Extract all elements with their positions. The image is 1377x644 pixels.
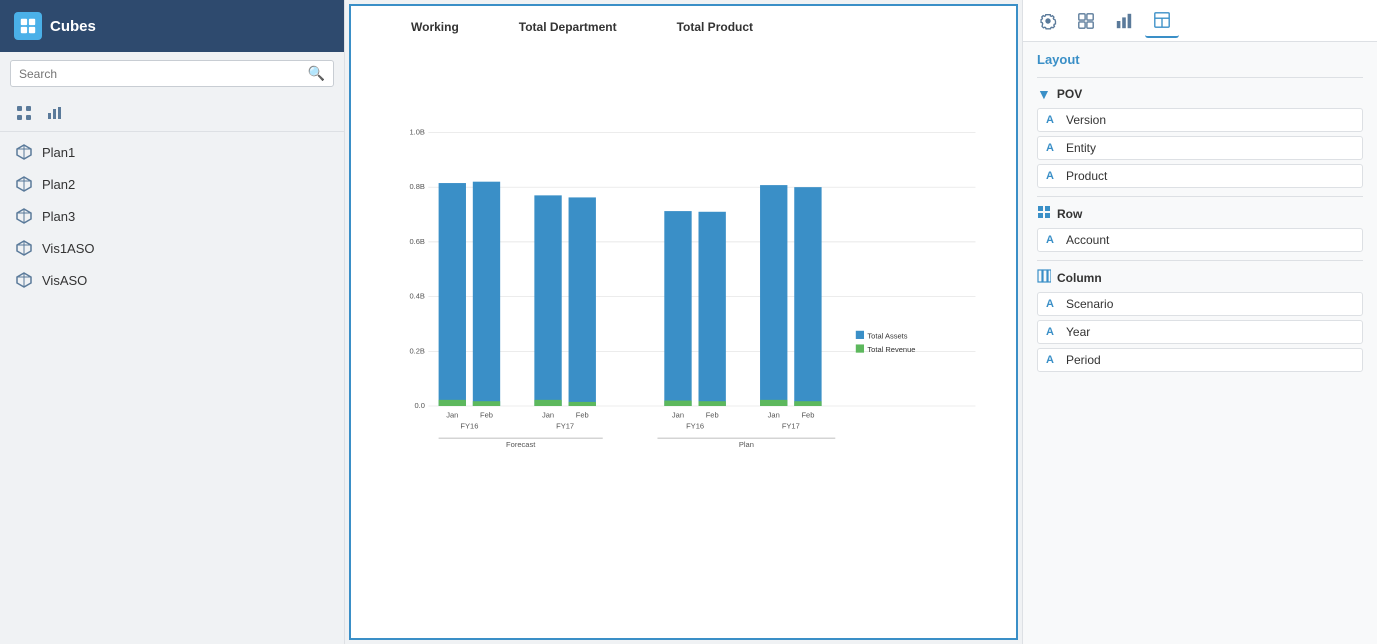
column-label: Column — [1057, 271, 1102, 285]
row-label: Row — [1057, 207, 1082, 221]
svg-text:0.4B: 0.4B — [409, 292, 424, 301]
dim-a-icon: A — [1046, 114, 1060, 126]
search-input[interactable] — [19, 67, 302, 81]
dim-a-icon-4: A — [1046, 234, 1060, 246]
cube-name-visaso: VisASO — [42, 273, 87, 288]
cube-icon-3 — [14, 206, 34, 226]
col-year: Year — [1066, 325, 1090, 339]
cube-list: Plan1 Plan2 Plan3 — [0, 132, 344, 300]
svg-text:0.8B: 0.8B — [409, 182, 424, 191]
col-scenario: Scenario — [1066, 297, 1113, 311]
search-icon: 🔍 — [308, 65, 325, 82]
svg-text:Total Revenue: Total Revenue — [867, 345, 915, 354]
col-period-item: A Period — [1037, 348, 1363, 372]
divider-1 — [1037, 77, 1363, 78]
search-bar[interactable]: 🔍 — [10, 60, 334, 87]
app-title: Cubes — [50, 18, 96, 35]
sidebar-nav — [0, 95, 344, 132]
svg-text:1.0B: 1.0B — [409, 127, 424, 136]
sidebar-header: Cubes — [0, 0, 344, 52]
cube-name-plan3: Plan3 — [42, 209, 75, 224]
cube-icon-5 — [14, 270, 34, 290]
chart-container: Working Total Department Total Product 1… — [351, 6, 1016, 638]
svg-text:Total Assets: Total Assets — [867, 331, 907, 340]
grid-tab[interactable] — [1069, 4, 1103, 38]
cube-item-vis1aso[interactable]: Vis1ASO — [0, 232, 344, 264]
cube-icon-4 — [14, 238, 34, 258]
cube-item-plan1[interactable]: Plan1 — [0, 136, 344, 168]
svg-text:FY16: FY16 — [460, 422, 478, 431]
column-icon — [1037, 269, 1051, 286]
svg-text:0.2B: 0.2B — [409, 346, 424, 355]
col-period: Period — [1066, 353, 1101, 367]
cube-item-visaso[interactable]: VisASO — [0, 264, 344, 296]
cube-name-plan1: Plan1 — [42, 145, 75, 160]
settings-tab[interactable] — [1031, 4, 1065, 38]
col-scenario-item: A Scenario — [1037, 292, 1363, 316]
column-section-header: Column — [1037, 269, 1363, 286]
svg-text:Plan: Plan — [739, 440, 754, 449]
pov-label: POV — [1057, 87, 1082, 101]
main-chart-area: Working Total Department Total Product 1… — [349, 4, 1018, 640]
svg-text:0.0: 0.0 — [414, 401, 424, 410]
sidebar-nav-chart-icon[interactable] — [40, 99, 68, 127]
pov-entity-item: A Entity — [1037, 136, 1363, 160]
cube-name-vis1aso: Vis1ASO — [42, 241, 95, 256]
sidebar-nav-grid-icon[interactable] — [10, 99, 38, 127]
app-logo — [14, 12, 42, 40]
svg-text:Jan: Jan — [768, 411, 780, 420]
chart-svg: 1.0B 0.8B 0.6B 0.4B 0.2B 0.0 — [401, 40, 996, 560]
row-section-header: Row — [1037, 205, 1363, 222]
col-year-item: A Year — [1037, 320, 1363, 344]
pov-version-item: A Version — [1037, 108, 1363, 132]
row-account-item: A Account — [1037, 228, 1363, 252]
dim-a-icon-3: A — [1046, 170, 1060, 182]
svg-text:Feb: Feb — [480, 411, 493, 420]
right-panel-tabs — [1023, 0, 1377, 42]
pov-working: Working — [411, 20, 459, 34]
pov-product-item: A Product — [1037, 164, 1363, 188]
dim-a-icon-2: A — [1046, 142, 1060, 154]
sidebar: Cubes 🔍 — [0, 0, 345, 644]
pov-total-product: Total Product — [677, 20, 753, 34]
dim-a-icon-7: A — [1046, 354, 1060, 366]
pov-total-department: Total Department — [519, 20, 617, 34]
svg-text:Forecast: Forecast — [506, 440, 536, 449]
divider-2 — [1037, 196, 1363, 197]
pov-entity: Entity — [1066, 141, 1096, 155]
row-account: Account — [1066, 233, 1109, 247]
pov-product: Product — [1066, 169, 1107, 183]
divider-3 — [1037, 260, 1363, 261]
svg-text:Jan: Jan — [672, 411, 684, 420]
svg-text:0.6B: 0.6B — [409, 237, 424, 246]
svg-text:Feb: Feb — [706, 411, 719, 420]
cube-item-plan2[interactable]: Plan2 — [0, 168, 344, 200]
svg-text:Feb: Feb — [576, 411, 589, 420]
chart-tab[interactable] — [1107, 4, 1141, 38]
svg-text:FY16: FY16 — [686, 422, 704, 431]
svg-text:FY17: FY17 — [782, 422, 800, 431]
row-icon — [1037, 205, 1051, 222]
layout-tab[interactable] — [1145, 4, 1179, 38]
pov-section-header: ▼ POV — [1037, 86, 1363, 102]
cube-icon — [14, 142, 34, 162]
pov-version: Version — [1066, 113, 1106, 127]
dim-a-icon-5: A — [1046, 298, 1060, 310]
right-panel: Layout ▼ POV A Version A Entity A Produc… — [1022, 0, 1377, 644]
svg-text:Jan: Jan — [542, 411, 554, 420]
cube-item-plan3[interactable]: Plan3 — [0, 200, 344, 232]
cube-name-plan2: Plan2 — [42, 177, 75, 192]
dim-a-icon-6: A — [1046, 326, 1060, 338]
filter-icon: ▼ — [1037, 86, 1051, 102]
pov-labels: Working Total Department Total Product — [411, 20, 996, 34]
svg-text:Jan: Jan — [446, 411, 458, 420]
layout-title: Layout — [1037, 52, 1363, 67]
svg-text:Feb: Feb — [801, 411, 814, 420]
right-panel-content: Layout ▼ POV A Version A Entity A Produc… — [1023, 42, 1377, 644]
svg-text:FY17: FY17 — [556, 422, 574, 431]
cube-icon-2 — [14, 174, 34, 194]
